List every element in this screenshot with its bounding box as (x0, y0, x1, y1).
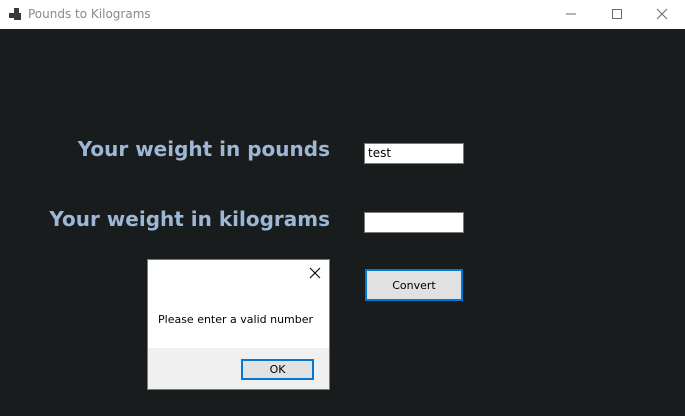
kilograms-label: Your weight in kilograms (49, 207, 330, 231)
ok-button[interactable]: OK (241, 359, 314, 380)
minimize-icon (566, 13, 576, 15)
app-icon (9, 8, 21, 20)
close-button[interactable] (639, 0, 685, 29)
maximize-button[interactable] (594, 0, 640, 29)
convert-button[interactable]: Convert (365, 269, 463, 301)
window-title: Pounds to Kilograms (28, 7, 151, 21)
pounds-label: Your weight in pounds (77, 137, 330, 161)
dialog-footer: OK (148, 348, 329, 389)
maximize-icon (612, 9, 622, 19)
minimize-button[interactable] (548, 0, 594, 29)
title-bar: Pounds to Kilograms (0, 0, 685, 29)
pounds-input[interactable]: test (364, 143, 464, 164)
close-icon (656, 8, 668, 20)
dialog-message: Please enter a valid number (158, 313, 314, 326)
kilograms-output[interactable] (364, 212, 464, 233)
error-dialog: Please enter a valid number OK (147, 259, 330, 390)
close-icon[interactable] (308, 266, 322, 280)
